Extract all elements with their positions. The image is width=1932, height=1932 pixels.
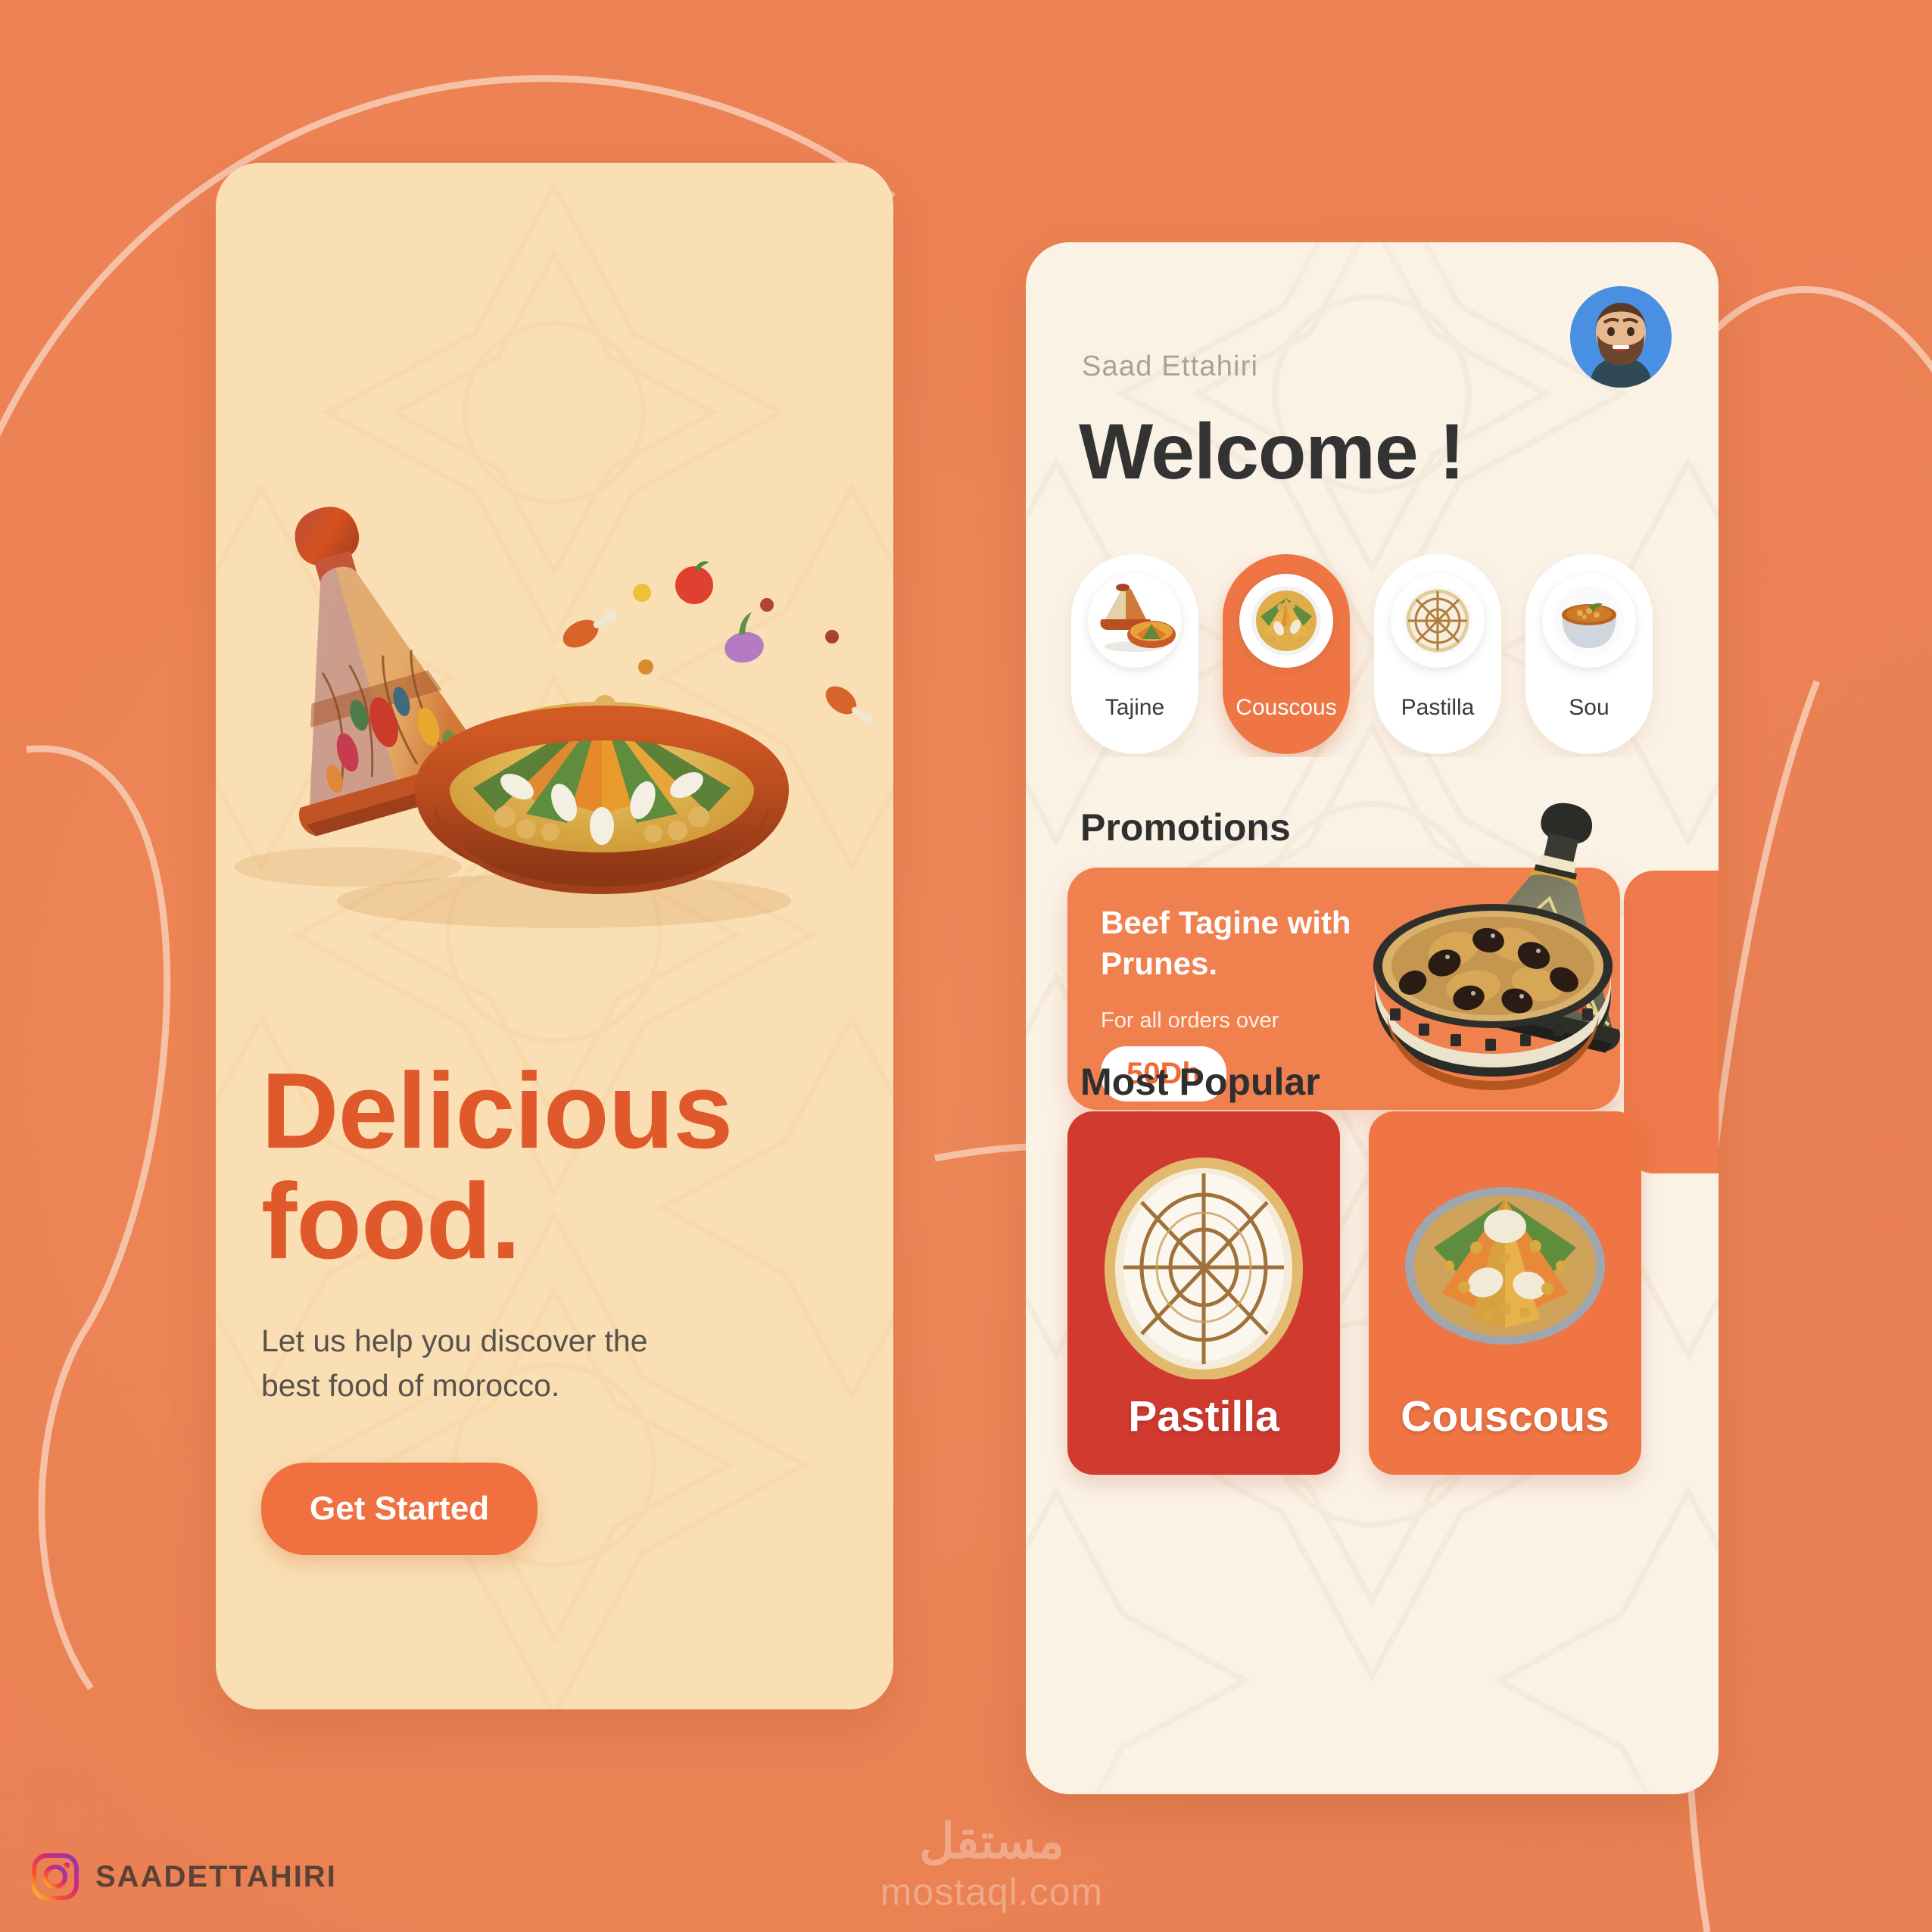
couscous-dish-icon [1239,574,1333,668]
mostaql-watermark: مستقل mostaql.com [833,1817,1151,1914]
onboarding-copy: Delicious food. Let us help you discover… [261,1051,859,1556]
pastilla-photo [1105,1158,1303,1379]
page-title: Welcome ! [1079,408,1465,496]
onboarding-screen: Delicious food. Let us help you discover… [216,163,893,1709]
category-label: Pastilla [1401,695,1475,720]
promo-subtitle: For all orders over [1101,1008,1279,1033]
user-name: Saad Ettahiri [1082,351,1259,382]
watermark-arabic-text: مستقل [919,1814,1064,1868]
onboarding-subcopy: Let us help you discover the best food o… [261,1323,648,1403]
category-label: Sou [1569,695,1609,720]
category-chip-pastilla[interactable]: Pastilla [1374,554,1501,754]
headline-line-1: Delicious [261,1051,733,1171]
headline-line-2: food. [261,1161,521,1282]
category-label: Couscous [1236,695,1337,720]
tajine-dish-icon [1088,574,1182,668]
popular-card-label: Pastilla [1128,1392,1279,1441]
soup-bowl-icon [1542,574,1636,668]
couscous-photo [1405,1187,1605,1345]
instagram-handle: SAADETTAHIRI [95,1859,337,1893]
beef-tagine-with-prunes-image [1373,802,1620,1090]
page-title: Delicious food. [261,1051,859,1282]
category-chip-soup[interactable]: Sou [1525,554,1653,754]
category-chip-couscous[interactable]: Couscous [1223,554,1350,754]
user-avatar-icon [1570,286,1672,388]
category-chip-tajine[interactable]: Tajine [1071,554,1198,754]
most-popular-list: Pastilla Couscous [1067,1111,1681,1475]
pastilla-dish-icon [1391,574,1485,668]
promotions-section-title: Promotions [1080,806,1291,849]
category-label: Tajine [1105,695,1165,720]
popular-card-pastilla[interactable]: Pastilla [1067,1111,1340,1475]
avatar[interactable] [1570,286,1672,388]
instagram-credit[interactable]: SAADETTAHIRI [32,1853,337,1900]
category-list[interactable]: Tajine Couscous Pastilla Sou [1026,554,1719,757]
watermark-domain-text: mostaql.com [880,1871,1104,1913]
tagine-illustration [235,506,873,928]
popular-card-couscous[interactable]: Couscous [1369,1111,1641,1475]
home-screen: Saad Ettahiri Welcome ! Tajine Couscous … [1026,242,1719,1794]
get-started-button[interactable]: Get Started [261,1463,538,1556]
instagram-icon [32,1853,79,1900]
most-popular-section-title: Most Popular [1080,1061,1320,1103]
popular-card-label: Couscous [1401,1392,1609,1441]
